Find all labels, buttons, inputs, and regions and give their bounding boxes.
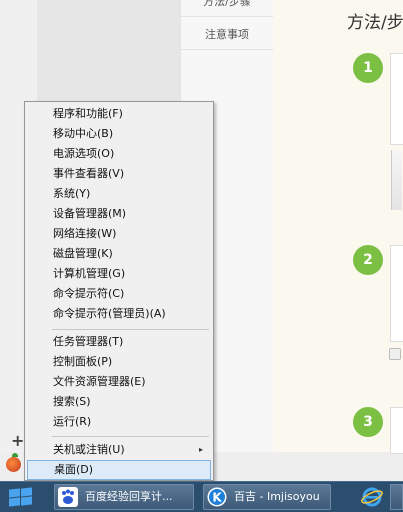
menu-item-system[interactable]: 系统(Y) xyxy=(53,184,209,204)
tomato-app-icon[interactable] xyxy=(6,457,21,472)
taskbar-button-label: 百吉 - Imjisoyou xyxy=(234,490,320,503)
menu-item-device-manager[interactable]: 设备管理器(M) xyxy=(53,204,209,224)
image-zoom-icon[interactable] xyxy=(389,348,401,360)
step-badge-2: 2 xyxy=(353,245,383,275)
start-button[interactable] xyxy=(8,487,34,508)
menu-item-mobility-center[interactable]: 移动中心(B) xyxy=(53,124,209,144)
menu-separator xyxy=(52,436,209,437)
menu-item-command-prompt[interactable]: 命令提示符(C) xyxy=(53,284,209,304)
taskbar: 百度经验回享计... K 百吉 - Imjisoyou xyxy=(0,481,403,512)
step-card-3 xyxy=(390,407,403,454)
menu-item-label: 关机或注销(U) xyxy=(53,443,125,456)
article-content: 方法/步 1 2 3 xyxy=(273,0,403,454)
taskbar-button-label: 百度经验回享计... xyxy=(85,490,173,503)
menu-item-file-explorer[interactable]: 文件资源管理器(E) xyxy=(53,372,209,392)
tomato-leaf-icon xyxy=(12,453,18,457)
menu-item-programs-features[interactable]: 程序和功能(F) xyxy=(53,104,209,124)
menu-item-task-manager[interactable]: 任务管理器(T) xyxy=(53,332,209,352)
step-badge-3: 3 xyxy=(353,407,383,437)
menu-item-desktop[interactable]: 桌面(D) xyxy=(27,460,211,480)
windows-logo-icon xyxy=(9,497,20,507)
menu-item-run[interactable]: 运行(R) xyxy=(53,412,209,432)
k-logo-icon: K xyxy=(207,487,227,507)
step-badge-1: 1 xyxy=(353,53,383,83)
menu-item-command-prompt-admin[interactable]: 命令提示符(管理员)(A) xyxy=(53,304,209,324)
add-icon[interactable]: + xyxy=(11,431,24,450)
step-image-thumbnail[interactable] xyxy=(391,150,402,210)
menu-item-search[interactable]: 搜索(S) xyxy=(53,392,209,412)
submenu-arrow-icon: ▸ xyxy=(198,445,203,454)
nav-tab-notes[interactable]: 注意事项 xyxy=(181,21,273,50)
nav-tab-steps[interactable]: 方法/步骤 xyxy=(181,0,273,17)
menu-item-network-connections[interactable]: 网络连接(W) xyxy=(53,224,209,244)
windows-logo-icon xyxy=(9,488,20,498)
windows-logo-icon xyxy=(21,496,32,506)
taskbar-button-partial[interactable] xyxy=(390,484,403,510)
step-card-2 xyxy=(390,245,403,342)
menu-item-event-viewer[interactable]: 事件查看器(V) xyxy=(53,164,209,184)
windows-logo-icon xyxy=(21,487,32,497)
menu-item-disk-management[interactable]: 磁盘管理(K) xyxy=(53,244,209,264)
menu-item-power-options[interactable]: 电源选项(O) xyxy=(53,144,209,164)
winx-context-menu: 程序和功能(F) 移动中心(B) 电源选项(O) 事件查看器(V) 系统(Y) … xyxy=(24,101,214,481)
menu-item-control-panel[interactable]: 控制面板(P) xyxy=(53,352,209,372)
menu-separator xyxy=(52,329,209,330)
internet-explorer-icon[interactable] xyxy=(360,485,384,509)
menu-item-shutdown-signout[interactable]: 关机或注销(U) ▸ xyxy=(53,440,209,460)
section-heading: 方法/步 xyxy=(347,13,403,33)
taskbar-button-baidu-jingyan[interactable]: 百度经验回享计... xyxy=(54,484,194,510)
menu-item-computer-management[interactable]: 计算机管理(G) xyxy=(53,264,209,284)
baidu-paw-icon xyxy=(58,487,78,507)
k-logo-letter: K xyxy=(212,491,222,505)
step-card-1 xyxy=(390,53,403,145)
taskbar-button-browser[interactable]: K 百吉 - Imjisoyou xyxy=(203,484,331,510)
